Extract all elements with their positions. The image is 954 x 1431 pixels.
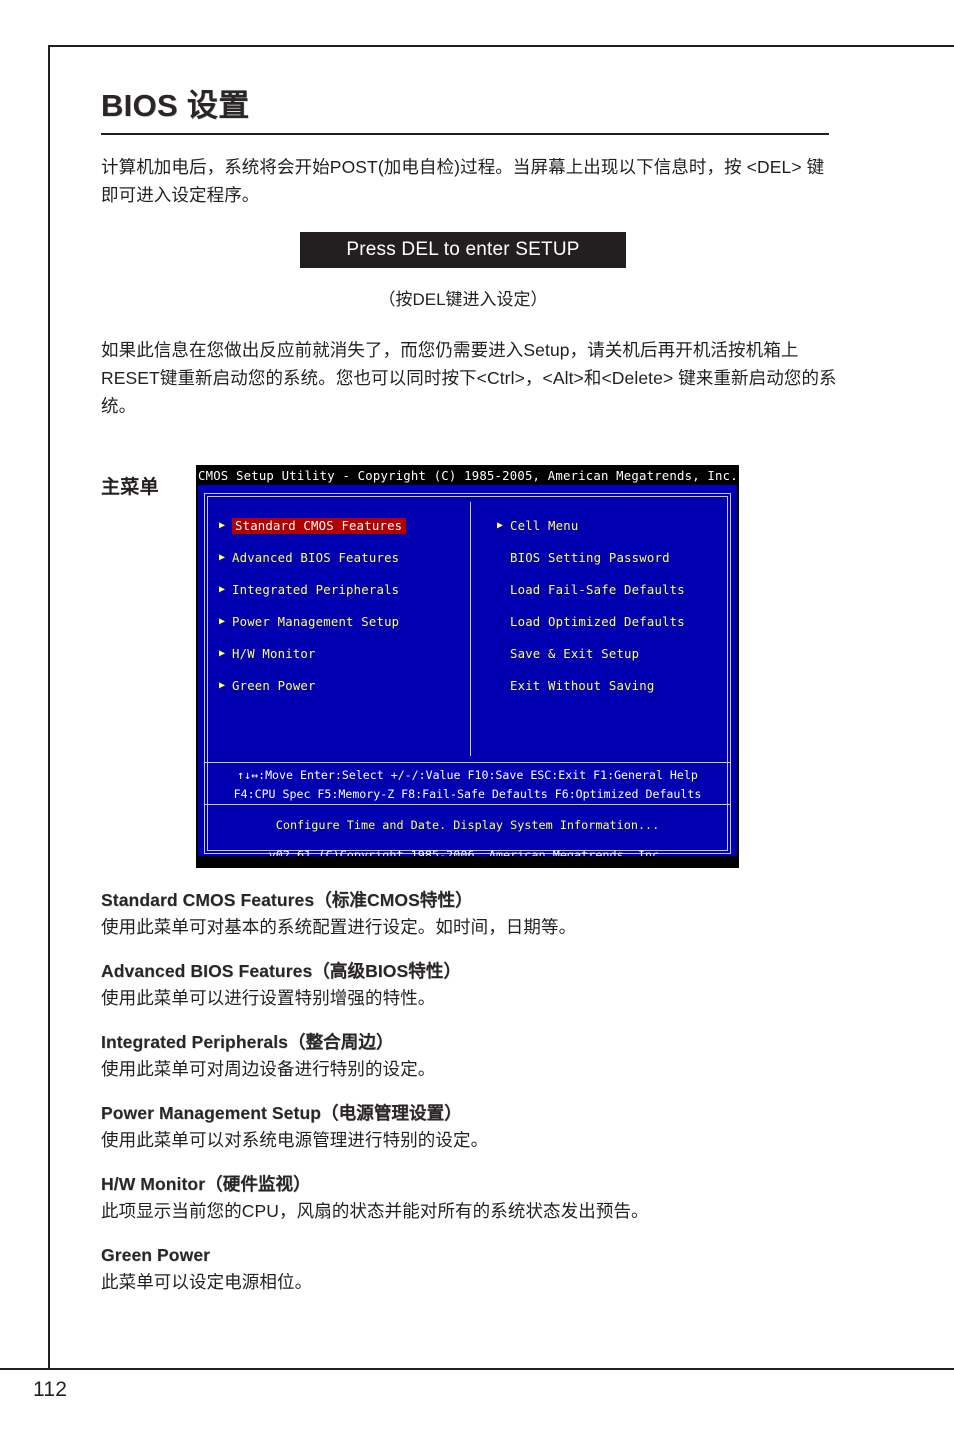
bios-menu-item-left-0[interactable]: ▶ Standard CMOS Features xyxy=(219,518,470,534)
description-block-4: H/W Monitor（硬件监视） 此项显示当前您的CPU，风扇的状态并能对所有的… xyxy=(101,1172,843,1225)
bios-menu-item-left-3[interactable]: ▶ Power Management Setup xyxy=(219,614,470,630)
description-block-1: Advanced BIOS Features（高级BIOS特性） 使用此菜单可以进… xyxy=(101,959,843,1012)
description-text: 使用此菜单可对基本的系统配置进行设定。如时间，日期等。 xyxy=(101,917,577,937)
description-text: 此项显示当前您的CPU，风扇的状态并能对所有的系统状态发出预告。 xyxy=(101,1201,649,1221)
bios-menu-item-left-2[interactable]: ▶ Integrated Peripherals xyxy=(219,582,470,598)
description-heading: Green Power xyxy=(101,1245,211,1265)
bios-status-line: Configure Time and Date. Display System … xyxy=(275,818,660,832)
bios-menu-item-left-1[interactable]: ▶ Advanced BIOS Features xyxy=(219,550,470,566)
bios-menu-item-right-1[interactable]: ▶BIOS Setting Password xyxy=(497,550,730,566)
menu-arrow-icon: ▶ xyxy=(219,648,226,659)
retry-paragraph: 如果此信息在您做出反应前就消失了，而您仍需要进入Setup，请关机后再开机活按机… xyxy=(101,339,837,416)
description-heading: Advanced BIOS Features（高级BIOS特性） xyxy=(101,961,462,981)
page-title: BIOS 设置 xyxy=(101,88,250,123)
description-heading: H/W Monitor（硬件监视） xyxy=(101,1174,311,1194)
bios-menu-item-label: Integrated Peripherals xyxy=(232,583,400,597)
content-column: BIOS 设置 计算机加电后，系统将会开始POST(加电自检)过程。当屏幕上出现… xyxy=(101,0,843,499)
bios-menu-item-label: BIOS Setting Password xyxy=(510,551,670,565)
bios-menu-item-left-5[interactable]: ▶ Green Power xyxy=(219,678,470,694)
page-border-left xyxy=(48,45,50,1368)
menu-arrow-icon: ▶ xyxy=(219,520,226,531)
bios-bottom-strip xyxy=(198,856,737,866)
post-message-box: Press DEL to enter SETUP xyxy=(300,231,626,268)
menu-descriptions: Standard CMOS Features（标准CMOS特性） 使用此菜单可对基… xyxy=(101,888,843,1314)
bios-menu-item-label: Green Power xyxy=(232,679,316,693)
bios-menu-item-label: H/W Monitor xyxy=(232,647,316,661)
bios-menu-item-left-4[interactable]: ▶ H/W Monitor xyxy=(219,646,470,662)
post-message-caption: （按DEL键进入设定） xyxy=(378,289,548,309)
bios-menu-item-right-5[interactable]: ▶Exit Without Saving xyxy=(497,678,730,694)
title-divider xyxy=(101,132,829,135)
page-footer-rule xyxy=(0,1368,954,1370)
description-block-5: Green Power 此菜单可以设定电源相位。 xyxy=(101,1243,843,1296)
bios-menu-item-right-0[interactable]: ▶ Cell Menu xyxy=(497,518,730,534)
description-text: 此菜单可以设定电源相位。 xyxy=(101,1272,313,1292)
bios-main-menu-screenshot: CMOS Setup Utility - Copyright (C) 1985-… xyxy=(196,465,739,868)
description-heading: Standard CMOS Features（标准CMOS特性） xyxy=(101,890,473,910)
page-number: 112 xyxy=(33,1378,68,1401)
bios-menu-columns: ▶ Standard CMOS Features ▶ Advanced BIOS Fe… xyxy=(205,494,730,762)
description-block-0: Standard CMOS Features（标准CMOS特性） 使用此菜单可对基… xyxy=(101,888,843,941)
bios-menu-item-label: Power Management Setup xyxy=(232,615,400,629)
bios-key-help-line-2: F4:CPU Spec F5:Memory-Z F8:Fail-Safe Def… xyxy=(233,787,702,801)
bios-menu-item-label: Exit Without Saving xyxy=(510,679,655,693)
bios-inner-frame: ▶ Standard CMOS Features ▶ Advanced BIOS Fe… xyxy=(204,493,731,862)
bios-menu-item-label: Standard CMOS Features xyxy=(232,518,407,534)
description-heading: Integrated Peripherals（整合周边） xyxy=(101,1032,394,1052)
description-block-3: Power Management Setup（电源管理设置） 使用此菜单可以对系统… xyxy=(101,1101,843,1154)
bios-key-help: ↑↓↔:Move Enter:Select +/-/:Value F10:Sav… xyxy=(205,763,730,803)
menu-arrow-icon: ▶ xyxy=(219,680,226,691)
bios-menu-item-right-2[interactable]: ▶Load Fail-Safe Defaults xyxy=(497,582,730,598)
intro-paragraph: 计算机加电后，系统将会开始POST(加电自检)过程。当屏幕上出现以下信息时，按 … xyxy=(101,156,825,205)
post-message-text: Press DEL to enter SETUP xyxy=(346,238,580,260)
description-block-2: Integrated Peripherals（整合周边） 使用此菜单可对周边设备进… xyxy=(101,1030,843,1083)
bios-titlebar: CMOS Setup Utility - Copyright (C) 1985-… xyxy=(198,467,738,485)
menu-arrow-icon: ▶ xyxy=(219,552,226,563)
bios-menu-item-label: Advanced BIOS Features xyxy=(232,551,400,565)
bios-menu-item-label: Cell Menu xyxy=(510,519,579,533)
menu-arrow-icon: ▶ xyxy=(219,616,226,627)
bios-menu-right-column: ▶ Cell Menu ▶BIOS Setting Password ▶Load Fa… xyxy=(471,494,730,762)
description-heading: Power Management Setup（电源管理设置） xyxy=(101,1103,462,1123)
description-text: 使用此菜单可以对系统电源管理进行特别的设定。 xyxy=(101,1130,489,1150)
bios-menu-item-label: Save & Exit Setup xyxy=(510,647,640,661)
bios-menu-left-column: ▶ Standard CMOS Features ▶ Advanced BIOS Fe… xyxy=(205,494,470,762)
description-text: 使用此菜单可对周边设备进行特别的设定。 xyxy=(101,1059,436,1079)
bios-menu-item-right-3[interactable]: ▶Load Optimized Defaults xyxy=(497,614,730,630)
bios-titlebar-underline xyxy=(198,485,737,489)
description-text: 使用此菜单可以进行设置特别增强的特性。 xyxy=(101,988,436,1008)
menu-arrow-icon: ▶ xyxy=(497,520,504,531)
bios-menu-item-right-4[interactable]: ▶Save & Exit Setup xyxy=(497,646,730,662)
bios-menu-item-label: Load Optimized Defaults xyxy=(510,615,685,629)
menu-arrow-icon: ▶ xyxy=(219,584,226,595)
bios-key-help-line-1: ↑↓↔:Move Enter:Select +/-/:Value F10:Sav… xyxy=(237,768,698,782)
bios-menu-item-label: Load Fail-Safe Defaults xyxy=(510,583,685,597)
